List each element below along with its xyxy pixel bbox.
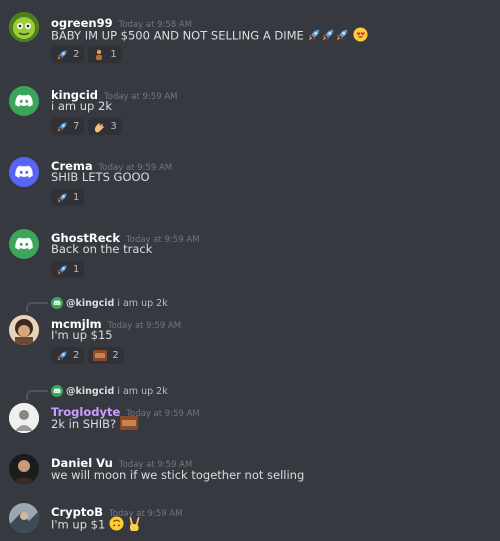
timestamp: Today at 9:59 AM (107, 321, 182, 331)
upside-down-face-emoji (109, 516, 124, 534)
message-text: I'm up $1 (51, 517, 106, 532)
avatar[interactable] (9, 157, 39, 187)
message-text: BABY IM UP $500 AND NOT SELLING A DIME (51, 28, 304, 43)
reaction-clap[interactable]: 3 (88, 118, 122, 135)
victory-hand-emoji (128, 516, 141, 534)
clap-icon (95, 122, 105, 132)
reaction-rocket[interactable]: 2 (51, 46, 85, 63)
reaction-count: 2 (73, 350, 80, 361)
discord-logo-icon (14, 91, 34, 111)
message-text: 2k in SHIB? (51, 417, 117, 431)
reply-text: i am up 2k (117, 297, 168, 309)
avatar[interactable] (9, 503, 39, 533)
reply-username[interactable]: @kingcid (66, 298, 114, 309)
discord-logo-icon (14, 162, 34, 182)
timestamp: Today at 9:59 AM (104, 92, 178, 102)
message-text: Back on the track (51, 242, 153, 256)
message-content: I'm up $1 (51, 516, 141, 534)
reaction-count: 7 (73, 121, 80, 132)
custom-emoji-icon (93, 350, 108, 361)
reply-username[interactable]: @kingcid (66, 386, 114, 397)
reply-reference[interactable]: @kingcid i am up 2k (51, 385, 168, 397)
reaction-rocket[interactable]: 1 (51, 261, 85, 278)
rocket-icon (56, 350, 68, 362)
discord-logo-icon (51, 297, 63, 309)
reply-connector (26, 390, 48, 400)
reaction-rocket[interactable]: 7 (51, 118, 85, 135)
custom-emoji-icon (119, 416, 138, 433)
reply-text: i am up 2k (117, 385, 168, 397)
reaction-count: 3 (110, 121, 117, 132)
reaction-count: 1 (73, 192, 80, 203)
message-content: 2k in SHIB? (51, 416, 138, 433)
reaction-count: 1 (110, 49, 117, 60)
message-text: we will moon if we stick together not se… (51, 468, 305, 482)
message-text: i am up 2k (51, 99, 112, 113)
rocket-icon (56, 264, 68, 276)
reaction-custom[interactable]: 2 (88, 347, 124, 364)
rocket-icon (56, 49, 68, 61)
figure-icon (96, 49, 103, 60)
reaction-rocket[interactable]: 2 (51, 347, 85, 364)
rocket-emoji (307, 28, 349, 45)
avatar[interactable] (9, 229, 39, 259)
reaction-custom[interactable]: 1 (88, 46, 122, 63)
avatar[interactable] (9, 315, 39, 345)
avatar[interactable] (9, 403, 39, 433)
reaction-rocket[interactable]: 1 (51, 189, 85, 206)
reply-connector (26, 302, 48, 312)
reply-reference[interactable]: @kingcid i am up 2k (51, 297, 168, 309)
heart-eyes-emoji (353, 27, 368, 45)
avatar[interactable] (9, 454, 39, 484)
reaction-count: 2 (112, 350, 119, 361)
rocket-icon (56, 121, 68, 133)
rocket-icon (56, 192, 68, 204)
message-content: BABY IM UP $500 AND NOT SELLING A DIME (51, 27, 368, 45)
reaction-count: 1 (73, 264, 80, 275)
message-text: I'm up $15 (51, 328, 113, 342)
discord-logo-icon (51, 385, 63, 397)
avatar[interactable] (9, 86, 39, 116)
message-text: SHIB LETS GOOO (51, 170, 150, 184)
discord-logo-icon (14, 234, 34, 254)
avatar[interactable] (9, 12, 39, 42)
reaction-count: 2 (73, 49, 80, 60)
